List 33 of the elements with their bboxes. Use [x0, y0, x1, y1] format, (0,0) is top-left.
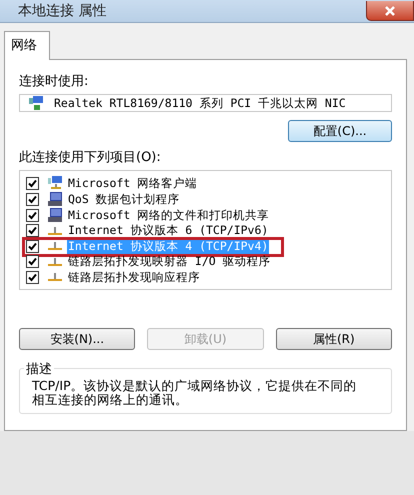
window-title: 本地连接 属性: [18, 2, 106, 20]
close-icon: [384, 6, 396, 16]
network-adapter-icon: [28, 95, 44, 111]
items-label: 此连接使用下列项目(O):: [19, 149, 162, 166]
list-item[interactable]: Microsoft 网络客户端: [67, 176, 198, 190]
checkbox[interactable]: [26, 208, 39, 222]
list-item[interactable]: 链路层拓扑发现响应程序: [67, 270, 201, 285]
checkbox[interactable]: [26, 240, 39, 253]
list-item[interactable]: Internet 协议版本 6 (TCP/IPv6): [67, 223, 270, 238]
computer-icon: [47, 191, 63, 207]
protocol-icon: [47, 272, 63, 282]
configure-button[interactable]: 配置(C)...: [288, 120, 392, 142]
action-button[interactable]: 属性(R): [276, 328, 392, 350]
network-client-icon: [47, 175, 63, 191]
list-item[interactable]: Microsoft 网络的文件和打印机共享: [67, 208, 270, 222]
computer-icon: [47, 207, 63, 223]
description-title: 描述: [24, 360, 54, 378]
protocol-icon: [47, 241, 63, 252]
tab[interactable]: 网络: [4, 31, 50, 60]
protocol-icon: [47, 226, 63, 236]
description-text: TCP/IP。该协议是默认的广域网络协议，它提供在不同的相互连接的网络上的通讯。: [32, 379, 357, 407]
protocol-icon: [47, 256, 63, 267]
action-button[interactable]: 安装(N)...: [19, 328, 136, 350]
checkbox[interactable]: [26, 176, 39, 190]
checkbox[interactable]: [26, 224, 39, 238]
connect-using-label: 连接时使用:: [19, 73, 90, 90]
list-item[interactable]: QoS 数据包计划程序: [67, 192, 181, 206]
checkbox[interactable]: [26, 270, 39, 284]
checkbox[interactable]: [26, 255, 39, 268]
checkbox[interactable]: [26, 192, 39, 206]
close-button[interactable]: [366, 1, 414, 21]
adapter-field: Realtek RTL8169/8110 系列 PCI 千兆以太网 NIC: [19, 94, 392, 112]
list-item[interactable]: 链路层拓扑发现映射器 I/O 驱动程序: [67, 254, 272, 270]
